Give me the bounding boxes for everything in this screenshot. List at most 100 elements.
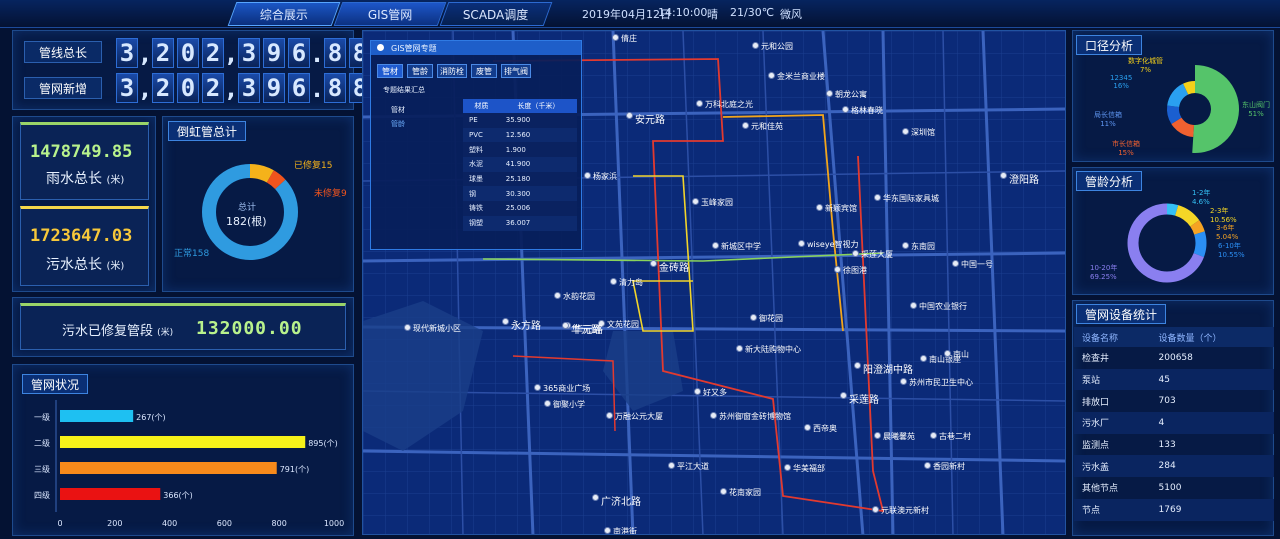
digit-separator: , xyxy=(140,78,150,103)
gis-tab-age[interactable]: 管龄 xyxy=(407,64,433,78)
tab-gis[interactable]: GIS管网 xyxy=(333,2,447,26)
map-poi-icon[interactable] xyxy=(920,355,927,362)
digit: 9 xyxy=(263,38,285,68)
map-label: 采莲大厦 xyxy=(861,250,893,259)
map-poi-icon[interactable] xyxy=(650,260,657,267)
gis-tab-vent[interactable]: 排气阀 xyxy=(501,64,531,78)
map-poi-icon[interactable] xyxy=(752,42,759,49)
table-row[interactable]: PE 35.900 xyxy=(463,113,577,128)
map-poi-icon[interactable] xyxy=(874,194,881,201)
table-row[interactable]: 塑料 1.900 xyxy=(463,142,577,158)
map-poi-icon[interactable] xyxy=(544,400,551,407)
table-row[interactable]: 球墨 25.180 xyxy=(463,171,577,187)
map-label: 金砖路 xyxy=(659,263,689,274)
map-poi-icon[interactable] xyxy=(804,424,811,431)
map-poi-icon[interactable] xyxy=(736,345,743,352)
map-poi-icon[interactable] xyxy=(872,506,879,513)
map-poi-icon[interactable] xyxy=(900,378,907,385)
digit: 2 xyxy=(202,73,224,103)
map-poi-icon[interactable] xyxy=(696,100,703,107)
map-poi-icon[interactable] xyxy=(692,198,699,205)
map-label: 广济北路 xyxy=(601,497,641,508)
map-poi-icon[interactable] xyxy=(584,172,591,179)
map-poi-icon[interactable] xyxy=(874,432,881,439)
bar-value-label: 366(个) xyxy=(163,491,193,500)
map-poi-icon[interactable] xyxy=(404,324,411,331)
map-poi-icon[interactable] xyxy=(816,204,823,211)
digit: 8 xyxy=(324,38,346,68)
gis-col-length: 长度（千米） xyxy=(499,99,577,113)
map-poi-icon[interactable] xyxy=(612,34,619,41)
map-poi-icon[interactable] xyxy=(768,72,775,79)
map-label: 华东国际家具城 xyxy=(883,194,939,203)
bar[interactable] xyxy=(60,488,161,500)
gis-sub-age[interactable]: 管龄 xyxy=(391,119,405,129)
tab-scada[interactable]: SCADA调度 xyxy=(439,2,553,26)
map-poi-icon[interactable] xyxy=(668,462,675,469)
map-poi-icon[interactable] xyxy=(694,388,701,395)
map-poi-icon[interactable] xyxy=(842,106,849,113)
map-poi-icon[interactable] xyxy=(604,527,611,534)
map-poi-icon[interactable] xyxy=(592,494,599,501)
table-row[interactable]: 钢塑 36.007 xyxy=(463,215,577,231)
map-poi-icon[interactable] xyxy=(930,432,937,439)
digit: 3 xyxy=(238,73,260,103)
map-poi-icon[interactable] xyxy=(924,462,931,469)
gis-popup[interactable]: GIS管网专题 管材 管龄 消防栓 废管 排气阀 专题结果汇总 管材 管龄 材质… xyxy=(370,40,582,250)
x-tick-label: 1000 xyxy=(324,519,344,528)
table-row[interactable]: 监测点 133 xyxy=(1074,434,1274,456)
map-poi-icon[interactable] xyxy=(902,242,909,249)
map-poi-icon[interactable] xyxy=(784,464,791,471)
map-poi-icon[interactable] xyxy=(712,242,719,249)
map-poi-icon[interactable] xyxy=(742,122,749,129)
map-label: 元联澳元新村 xyxy=(881,506,929,515)
map-poi-icon[interactable] xyxy=(826,90,833,97)
tab-overview[interactable]: 综合展示 xyxy=(227,2,341,26)
map-poi-icon[interactable] xyxy=(834,266,841,273)
table-row[interactable]: 污水盖 284 xyxy=(1074,455,1274,478)
bar[interactable] xyxy=(60,410,134,422)
gis-sub-material[interactable]: 管材 xyxy=(391,105,405,115)
map-label: 采莲路 xyxy=(849,395,879,406)
map-poi-icon[interactable] xyxy=(1000,172,1007,179)
map-poi-icon[interactable] xyxy=(554,292,561,299)
table-row[interactable]: 污水厂 4 xyxy=(1074,412,1274,434)
map-poi-icon[interactable] xyxy=(626,112,633,119)
table-row[interactable]: 排放口 703 xyxy=(1074,390,1274,412)
gis-tab-abandoned[interactable]: 废管 xyxy=(471,64,497,78)
table-row[interactable]: 钢 30.300 xyxy=(463,186,577,202)
map-poi-icon[interactable] xyxy=(720,488,727,495)
bar[interactable] xyxy=(60,436,306,448)
table-row[interactable]: 水泥 41.900 xyxy=(463,157,577,172)
gis-tab-material[interactable]: 管材 xyxy=(377,64,403,78)
map-label: 清力岛 xyxy=(619,278,643,287)
table-row[interactable]: PVC 12.560 xyxy=(463,127,577,143)
map-label: 元和佳苑 xyxy=(751,122,783,131)
table-row[interactable]: 泵站 45 xyxy=(1074,368,1274,391)
map-poi-icon[interactable] xyxy=(854,362,861,369)
map-poi-icon[interactable] xyxy=(750,314,757,321)
table-row[interactable]: 节点 1769 xyxy=(1074,498,1274,521)
pie-slice[interactable] xyxy=(1192,65,1239,153)
map-poi-icon[interactable] xyxy=(944,350,951,357)
map-poi-icon[interactable] xyxy=(952,260,959,267)
map-poi-icon[interactable] xyxy=(610,278,617,285)
map-poi-icon[interactable] xyxy=(606,412,613,419)
bar[interactable] xyxy=(60,462,277,474)
table-row[interactable]: 其他节点 5100 xyxy=(1074,477,1274,499)
map-poi-icon[interactable] xyxy=(562,322,569,329)
map-poi-icon[interactable] xyxy=(534,384,541,391)
map-poi-icon[interactable] xyxy=(798,240,805,247)
map-poi-icon[interactable] xyxy=(902,128,909,135)
map-label: 元和公园 xyxy=(761,42,793,51)
table-row[interactable]: 检查井 200658 xyxy=(1074,347,1274,369)
map-poi-icon[interactable] xyxy=(840,392,847,399)
map-poi-icon[interactable] xyxy=(502,318,509,325)
table-row[interactable]: 铸铁 25.006 xyxy=(463,201,577,216)
gis-tab-hydrant[interactable]: 消防栓 xyxy=(437,64,467,78)
map-poi-icon[interactable] xyxy=(910,302,917,309)
map-poi-icon[interactable] xyxy=(852,250,859,257)
map-label: 杨家浜 xyxy=(593,172,617,181)
map-poi-icon[interactable] xyxy=(710,412,717,419)
digit-separator: . xyxy=(312,78,322,103)
